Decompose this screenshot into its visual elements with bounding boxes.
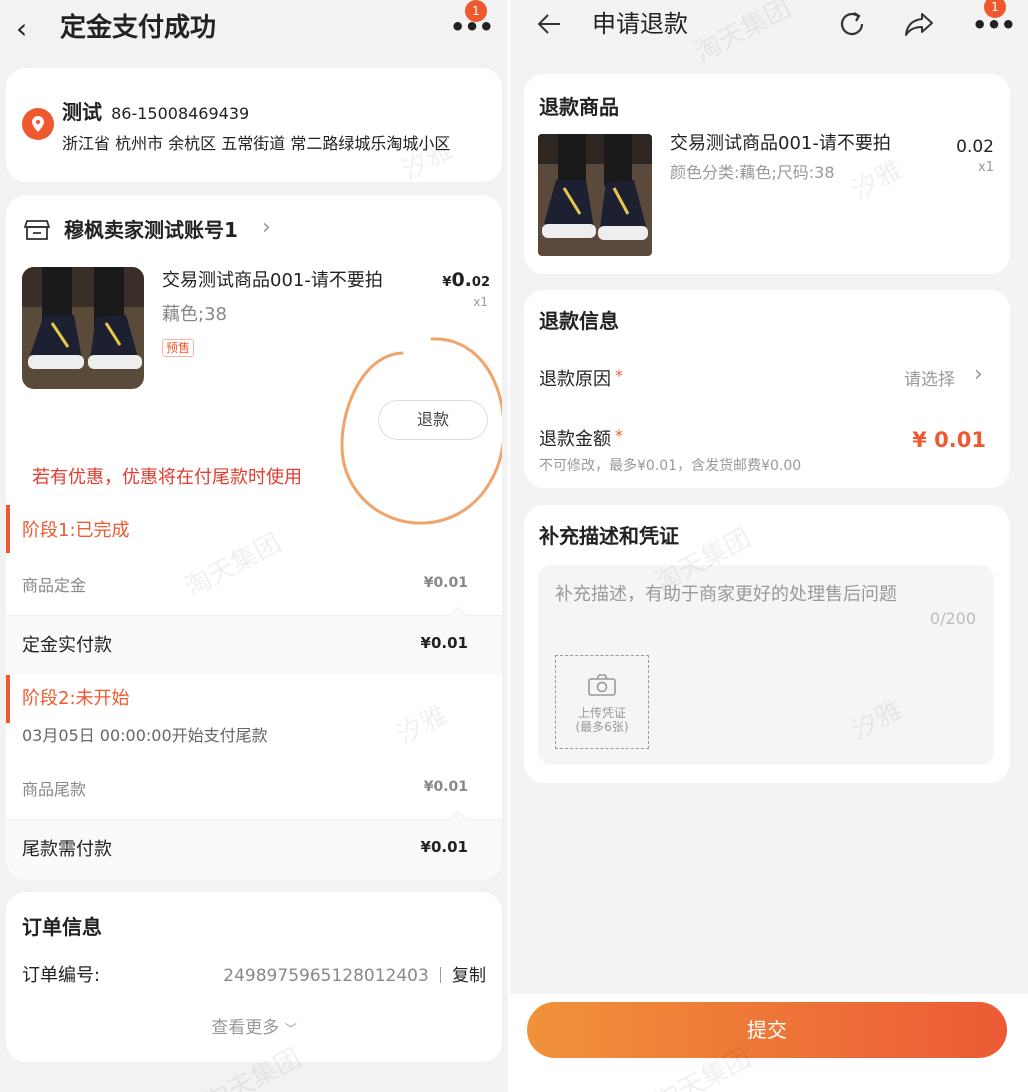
- refund-info-title: 退款信息: [539, 309, 619, 333]
- supplement-title: 补充描述和凭证: [539, 524, 679, 548]
- upload-limit: (最多6张): [575, 720, 629, 734]
- view-more-label: 查看更多: [211, 1018, 280, 1038]
- stage1-marker: [6, 505, 10, 553]
- camera-icon: [588, 674, 616, 696]
- shop-name[interactable]: 穆枫卖家测试账号1: [64, 217, 238, 243]
- recipient: 测试 86-15008469439: [62, 99, 249, 127]
- order-number-label: 订单编号:: [22, 965, 101, 986]
- shop-icon: [23, 219, 51, 241]
- annotation-circle: [340, 337, 502, 525]
- description-textarea[interactable]: 补充描述，有助于商家更好的处理售后问题 0/200 上传凭证 (最多6张): [538, 565, 994, 765]
- submit-button[interactable]: 提交: [527, 1002, 1007, 1058]
- copy-button[interactable]: 复制: [452, 966, 486, 986]
- refresh-icon[interactable]: [836, 8, 868, 40]
- chevron-right-icon: ›: [974, 362, 983, 387]
- product-sku: 颜色分类:藕色;尺码:38: [670, 163, 835, 182]
- refund-goods-title: 退款商品: [539, 95, 619, 119]
- presale-tag: 预售: [162, 339, 195, 357]
- location-icon: [22, 108, 54, 140]
- description-placeholder: 补充描述，有助于商家更好的处理售后问题: [555, 584, 897, 605]
- page-title: 定金支付成功: [60, 13, 217, 43]
- view-more-button[interactable]: 查看更多 ﹀: [6, 1016, 502, 1041]
- address-line: 浙江省 杭州市 余杭区 五常街道 常二路绿城乐淘城小区: [62, 134, 451, 153]
- deposit-paid-row: 定金实付款 ¥0.01: [6, 606, 502, 675]
- bottom-bar: 提交: [510, 994, 1028, 1092]
- refund-amount: ¥ 0.01: [912, 428, 986, 452]
- upload-label: 上传凭证: [577, 706, 626, 720]
- back-icon[interactable]: ‹: [16, 12, 27, 46]
- order-info-card: 订单信息 订单编号: 2498975965128012403 复制 查看更多 ﹀: [6, 892, 502, 1062]
- chevron-right-icon[interactable]: ›: [262, 215, 271, 240]
- back-arrow-icon[interactable]: [536, 12, 562, 36]
- required-mark: *: [615, 426, 623, 445]
- deposit-value: ¥0.01: [423, 575, 468, 591]
- stage2-title: 阶段2:未开始: [22, 688, 130, 709]
- balance-value: ¥0.01: [423, 779, 468, 795]
- balance-due-value: ¥0.01: [420, 838, 468, 856]
- refund-goods-card: 退款商品 交易测试商品001-请不要拍 颜色分类:藕色;尺码:38 0.02 x…: [524, 74, 1010, 274]
- caret-up-icon: [449, 810, 467, 828]
- product-image: [538, 134, 652, 256]
- balance-due-label: 尾款需付款: [22, 839, 112, 860]
- supplement-card: 补充描述和凭证 补充描述，有助于商家更好的处理售后问题 0/200 上传凭证 (…: [524, 505, 1010, 783]
- refund-info-card: 退款信息 退款原因 * 请选择 › 退款金额 * ¥ 0.01 不可修改，最多¥…: [524, 290, 1010, 488]
- product-price: 0.02: [956, 137, 994, 157]
- chevron-down-icon: ﹀: [284, 1022, 297, 1036]
- product-image[interactable]: [22, 267, 144, 389]
- balance-due-row: 尾款需付款 ¥0.01: [6, 810, 502, 880]
- payment-success-page: ‹ 定金支付成功 ••• 1 测试 86-15008469439 浙江省 杭州市…: [0, 0, 508, 1092]
- order-number-row: 2498975965128012403 复制: [206, 964, 486, 988]
- amount-note: 不可修改，最多¥0.01，含发货邮费¥0.00: [539, 458, 802, 474]
- char-counter: 0/200: [929, 609, 976, 628]
- upload-proof-button[interactable]: 上传凭证 (最多6张): [555, 655, 649, 749]
- screenshot-root: ‹ 定金支付成功 ••• 1 测试 86-15008469439 浙江省 杭州市…: [0, 0, 1028, 1092]
- order-number-value: 2498975965128012403: [223, 966, 429, 986]
- order-info-title: 订单信息: [22, 915, 102, 939]
- address-card[interactable]: 测试 86-15008469439 浙江省 杭州市 余杭区 五常街道 常二路绿城…: [6, 68, 502, 182]
- deposit-paid-value: ¥0.01: [420, 634, 468, 652]
- right-header: 申请退款 ••• 1: [510, 0, 1028, 56]
- reason-placeholder: 请选择: [904, 370, 955, 390]
- reason-label: 退款原因: [539, 369, 611, 390]
- price-integer: 0.: [451, 269, 472, 291]
- balance-label: 商品尾款: [22, 780, 87, 799]
- product-sku: 藕色;38: [162, 304, 227, 325]
- balance-start-note: 03月05日 00:00:00开始支付尾款: [22, 726, 268, 745]
- recipient-name: 测试: [62, 100, 102, 124]
- notification-badge: 1: [465, 0, 487, 22]
- left-header: ‹ 定金支付成功 ••• 1: [0, 0, 508, 60]
- recipient-phone: 86-15008469439: [111, 104, 250, 123]
- refund-reason-row[interactable]: 退款原因 * 请选择 ›: [524, 360, 1010, 400]
- amount-label: 退款金额: [539, 429, 611, 450]
- product-title[interactable]: 交易测试商品001-请不要拍: [162, 269, 383, 293]
- page-title: 申请退款: [592, 10, 688, 38]
- share-icon[interactable]: [902, 8, 936, 40]
- price-decimal: 02: [471, 275, 490, 290]
- product-price: ¥0.02: [436, 269, 490, 291]
- product-title: 交易测试商品001-请不要拍: [670, 133, 891, 154]
- stage2-marker: [6, 675, 10, 723]
- caret-up-icon: [449, 606, 467, 624]
- product-qty: x1: [978, 160, 994, 175]
- separator: [439, 967, 441, 983]
- promo-note: 若有优惠，优惠将在付尾款时使用: [32, 467, 302, 488]
- product-qty: x1: [473, 295, 488, 309]
- refund-request-page: 申请退款 ••• 1 退款商品 交易测试商品001-请不要拍 颜色分类:藕色;尺…: [510, 0, 1028, 1092]
- stage1-title: 阶段1:已完成: [22, 520, 130, 541]
- required-mark: *: [615, 366, 623, 385]
- deposit-paid-label: 定金实付款: [22, 635, 112, 656]
- order-card: 穆枫卖家测试账号1 › 交易测试商品001-请不要拍 藕色;38 预售 ¥0.0…: [6, 195, 502, 880]
- deposit-label: 商品定金: [22, 576, 87, 595]
